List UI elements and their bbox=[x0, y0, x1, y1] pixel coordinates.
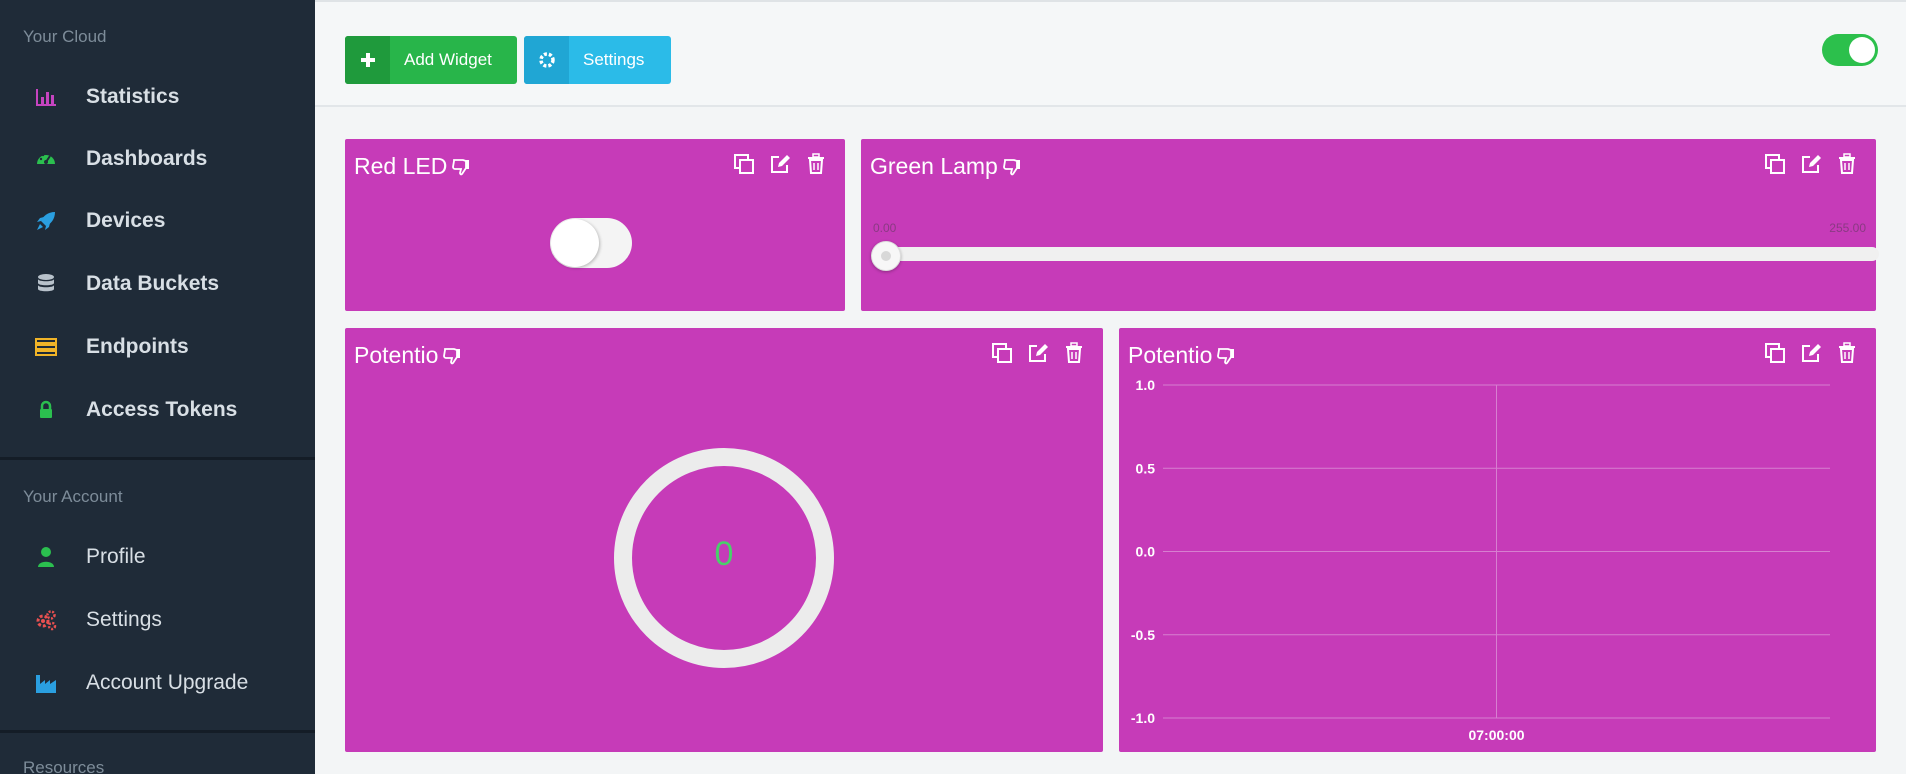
dashboard-gauge-icon bbox=[35, 148, 57, 170]
widget-title: Potentio bbox=[354, 342, 462, 369]
settings-button[interactable]: Settings bbox=[524, 36, 671, 84]
sidebar-item-label: Statistics bbox=[86, 85, 180, 108]
sidebar-item-label: Settings bbox=[86, 608, 162, 631]
gear-icon bbox=[524, 36, 569, 84]
sidebar-item-label: Profile bbox=[86, 545, 146, 568]
bar-chart-icon bbox=[35, 86, 57, 108]
section-title-resources: Resources bbox=[23, 758, 105, 774]
lock-icon bbox=[35, 399, 57, 421]
y-tick-label: -0.5 bbox=[1131, 627, 1155, 643]
add-widget-label: Add Widget bbox=[404, 50, 492, 69]
sidebar-item-dashboards[interactable]: Dashboards bbox=[0, 134, 315, 184]
section-title-your-cloud: Your Cloud bbox=[23, 27, 107, 46]
edit-icon[interactable] bbox=[1799, 152, 1823, 176]
widget-title-text: Red LED bbox=[354, 153, 448, 179]
edit-icon[interactable] bbox=[768, 152, 792, 176]
toolbar: Add Widget Settings bbox=[315, 0, 1906, 107]
database-icon bbox=[35, 273, 57, 295]
y-tick-label: 0.5 bbox=[1136, 460, 1156, 476]
widget-title: Red LED bbox=[354, 153, 471, 180]
x-tick-label: 07:00:00 bbox=[1468, 727, 1524, 743]
thumbs-down-icon[interactable] bbox=[451, 157, 471, 177]
sidebar-divider bbox=[0, 457, 315, 460]
sidebar-item-label: Devices bbox=[86, 209, 166, 232]
sidebar-item-data-buckets[interactable]: Data Buckets bbox=[0, 259, 315, 309]
sidebar-item-endpoints[interactable]: Endpoints bbox=[0, 322, 315, 372]
y-tick-label: -1.0 bbox=[1131, 710, 1155, 726]
widget-title: Green Lamp bbox=[870, 153, 1022, 180]
widget-title-text: Potentio bbox=[354, 342, 439, 368]
red-led-switch[interactable] bbox=[550, 218, 632, 268]
switch-knob bbox=[551, 219, 599, 267]
slider-max-label: 255.00 bbox=[1829, 221, 1866, 235]
y-tick-label: 1.0 bbox=[1136, 377, 1156, 393]
rocket-icon bbox=[35, 210, 57, 232]
widget-title-text: Green Lamp bbox=[870, 153, 998, 179]
green-lamp-slider-track[interactable] bbox=[873, 247, 1879, 261]
trash-icon[interactable] bbox=[1062, 341, 1086, 365]
plus-icon bbox=[345, 36, 390, 84]
settings-label: Settings bbox=[583, 50, 645, 69]
edit-icon[interactable] bbox=[1026, 341, 1050, 365]
sidebar-item-account-upgrade[interactable]: Account Upgrade bbox=[0, 658, 315, 708]
add-widget-button[interactable]: Add Widget bbox=[345, 36, 517, 84]
sidebar-item-label: Dashboards bbox=[86, 147, 208, 170]
copy-icon[interactable] bbox=[990, 341, 1014, 365]
widget-red-led: Red LED bbox=[345, 139, 845, 311]
section-title-your-account: Your Account bbox=[23, 487, 123, 506]
sidebar-item-devices[interactable]: Devices bbox=[0, 196, 315, 246]
gears-icon bbox=[35, 609, 57, 631]
widget-actions bbox=[1751, 152, 1859, 176]
trash-icon[interactable] bbox=[1835, 152, 1859, 176]
widget-green-lamp: Green Lamp 0.00 255.00 bbox=[861, 139, 1879, 311]
user-icon bbox=[35, 546, 57, 568]
gauge-value: 0 bbox=[714, 535, 734, 573]
copy-icon[interactable] bbox=[732, 152, 756, 176]
sidebar-item-label: Account Upgrade bbox=[86, 671, 249, 694]
sidebar-item-statistics[interactable]: Statistics bbox=[0, 72, 315, 122]
slider-min-label: 0.00 bbox=[873, 221, 897, 235]
sidebar-item-profile[interactable]: Profile bbox=[0, 532, 315, 582]
sidebar-item-settings[interactable]: Settings bbox=[0, 595, 315, 645]
sidebar-item-label: Endpoints bbox=[86, 335, 189, 358]
industry-icon bbox=[35, 672, 57, 694]
sidebar-item-access-tokens[interactable]: Access Tokens bbox=[0, 385, 315, 435]
trash-icon[interactable] bbox=[804, 152, 828, 176]
server-icon bbox=[35, 336, 57, 358]
widget-actions bbox=[720, 152, 828, 176]
thumbs-down-icon[interactable] bbox=[442, 346, 462, 366]
green-lamp-slider-handle[interactable] bbox=[871, 241, 901, 271]
copy-icon[interactable] bbox=[1763, 152, 1787, 176]
widget-potentio-chart: Potentio 1.0 0.5 0.0 -0.5 -1.0 07:00:00 bbox=[1119, 328, 1876, 752]
sidebar: Your Cloud Statistics Dashboards Devices… bbox=[0, 0, 315, 774]
widget-potentio-gauge: Potentio 0 bbox=[345, 328, 1103, 752]
toggle-knob bbox=[1849, 37, 1875, 63]
thumbs-down-icon[interactable] bbox=[1002, 157, 1022, 177]
sidebar-divider bbox=[0, 730, 315, 733]
widget-actions bbox=[978, 341, 1086, 365]
sidebar-item-label: Access Tokens bbox=[86, 398, 238, 421]
potentio-line-chart: 1.0 0.5 0.0 -0.5 -1.0 07:00:00 bbox=[1131, 377, 1830, 743]
sidebar-item-label: Data Buckets bbox=[86, 272, 220, 295]
dashboard-toggle[interactable] bbox=[1822, 34, 1878, 66]
y-tick-label: 0.0 bbox=[1136, 544, 1156, 560]
